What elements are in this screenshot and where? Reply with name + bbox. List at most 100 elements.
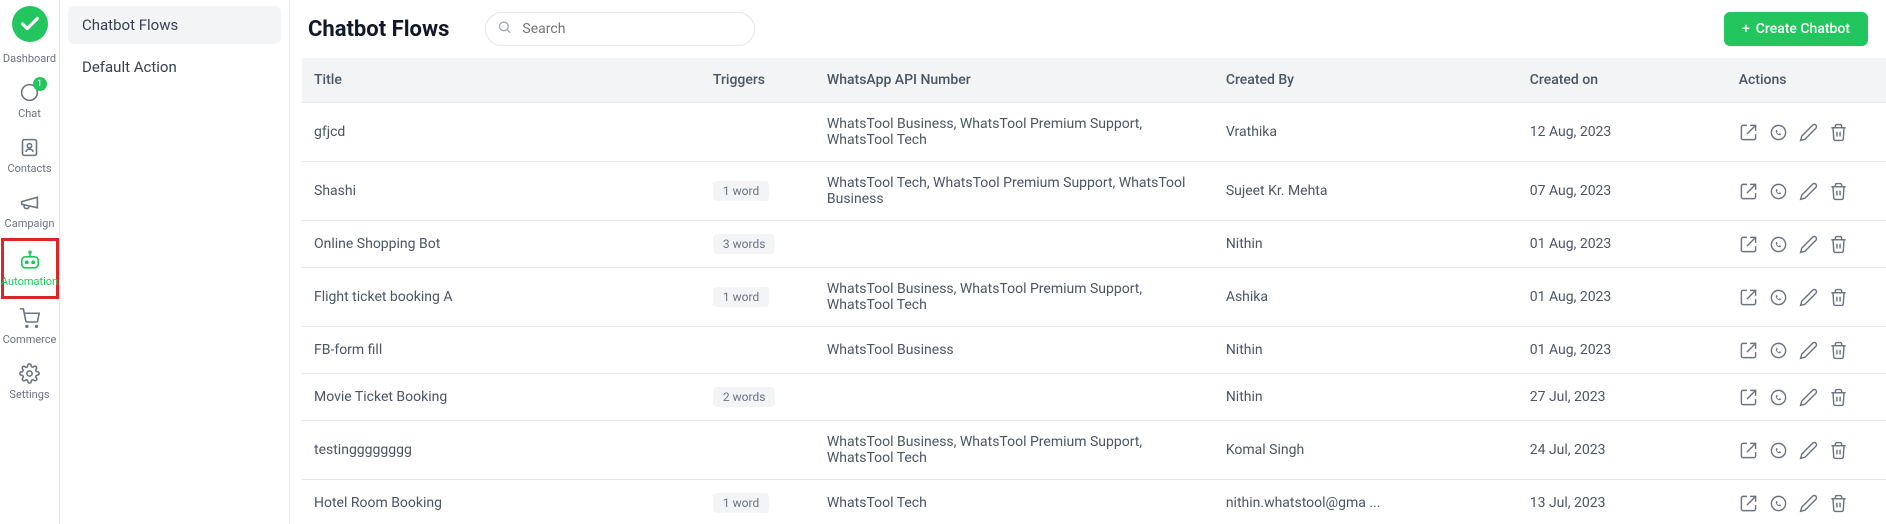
cell-api: WhatsTool Business, WhatsTool Premium Su… <box>815 268 1214 327</box>
cell-on: 27 Jul, 2023 <box>1518 374 1727 421</box>
edit-icon[interactable] <box>1799 493 1819 513</box>
nav-item-contacts[interactable]: Contacts <box>1 128 59 183</box>
create-chatbot-button[interactable]: + Create Chatbot <box>1724 12 1868 46</box>
edit-icon[interactable] <box>1799 387 1819 407</box>
whatsapp-icon[interactable] <box>1769 440 1789 460</box>
table-row: FB-form fill WhatsTool Business Nithin 0… <box>302 327 1886 374</box>
cell-on: 24 Jul, 2023 <box>1518 421 1727 480</box>
open-icon[interactable] <box>1739 234 1759 254</box>
nav-label: Commerce <box>3 333 57 346</box>
nav-item-automation[interactable]: Automation <box>1 238 59 299</box>
page-header: Chatbot Flows + Create Chatbot <box>290 0 1886 58</box>
open-icon[interactable] <box>1739 287 1759 307</box>
search-wrap <box>485 12 755 46</box>
open-icon[interactable] <box>1739 387 1759 407</box>
cell-triggers: 1 word <box>701 162 815 221</box>
edit-icon[interactable] <box>1799 440 1819 460</box>
automation-icon <box>19 249 41 271</box>
edit-icon[interactable] <box>1799 122 1819 142</box>
cell-actions <box>1727 374 1886 421</box>
cell-on: 13 Jul, 2023 <box>1518 480 1727 524</box>
cell-actions <box>1727 103 1886 162</box>
open-icon[interactable] <box>1739 122 1759 142</box>
whatsapp-icon[interactable] <box>1769 287 1789 307</box>
open-icon[interactable] <box>1739 340 1759 360</box>
create-chatbot-label: Create Chatbot <box>1756 21 1850 37</box>
search-icon <box>497 20 512 39</box>
table-wrap: Title Triggers WhatsApp API Number Creat… <box>290 58 1886 524</box>
cell-title: Hotel Room Booking <box>302 480 701 524</box>
cell-on: 01 Aug, 2023 <box>1518 268 1727 327</box>
campaign-icon <box>19 191 41 213</box>
table-row: gfjcd WhatsTool Business, WhatsTool Prem… <box>302 103 1886 162</box>
cell-on: 01 Aug, 2023 <box>1518 327 1727 374</box>
nav-item-dashboard[interactable]: Dashboard <box>1 44 59 73</box>
col-title: Title <box>302 58 701 103</box>
nav-label: Chat <box>18 107 41 120</box>
delete-icon[interactable] <box>1829 122 1849 142</box>
contacts-icon <box>19 136 41 158</box>
cell-by: Komal Singh <box>1214 421 1518 480</box>
plus-icon: + <box>1742 21 1750 37</box>
cell-by: Vrathika <box>1214 103 1518 162</box>
secondary-nav: Chatbot Flows Default Action <box>60 0 290 524</box>
col-on: Created on <box>1518 58 1727 103</box>
edit-icon[interactable] <box>1799 181 1819 201</box>
whatsapp-icon[interactable] <box>1769 122 1789 142</box>
cell-by: Sujeet Kr. Mehta <box>1214 162 1518 221</box>
delete-icon[interactable] <box>1829 493 1849 513</box>
row-actions <box>1739 234 1874 254</box>
delete-icon[interactable] <box>1829 181 1849 201</box>
trigger-chip: 3 words <box>713 234 776 254</box>
delete-icon[interactable] <box>1829 287 1849 307</box>
open-icon[interactable] <box>1739 181 1759 201</box>
row-actions <box>1739 387 1874 407</box>
whatsapp-icon[interactable] <box>1769 493 1789 513</box>
settings-icon <box>19 362 41 384</box>
nav-label: Settings <box>9 388 49 401</box>
delete-icon[interactable] <box>1829 234 1849 254</box>
cell-triggers: 1 word <box>701 480 815 524</box>
table-row: testingggggggg WhatsTool Business, Whats… <box>302 421 1886 480</box>
row-actions <box>1739 493 1874 513</box>
delete-icon[interactable] <box>1829 440 1849 460</box>
search-input[interactable] <box>485 12 755 46</box>
table-row: Hotel Room Booking 1 word WhatsTool Tech… <box>302 480 1886 524</box>
cell-triggers <box>701 103 815 162</box>
whatsapp-icon[interactable] <box>1769 340 1789 360</box>
table-row: Flight ticket booking A 1 word WhatsTool… <box>302 268 1886 327</box>
primary-nav: DashboardChat1ContactsCampaignAutomation… <box>0 0 60 524</box>
cell-actions <box>1727 268 1886 327</box>
row-actions <box>1739 122 1874 142</box>
cell-api: WhatsTool Tech <box>815 480 1214 524</box>
table-row: Shashi 1 word WhatsTool Tech, WhatsTool … <box>302 162 1886 221</box>
whatsapp-icon[interactable] <box>1769 181 1789 201</box>
cell-title: Movie Ticket Booking <box>302 374 701 421</box>
delete-icon[interactable] <box>1829 340 1849 360</box>
cell-by: nithin.whatstool@gma ... <box>1214 480 1518 524</box>
edit-icon[interactable] <box>1799 340 1819 360</box>
open-icon[interactable] <box>1739 493 1759 513</box>
subnav-item[interactable]: Chatbot Flows <box>68 6 281 44</box>
nav-item-campaign[interactable]: Campaign <box>1 183 59 238</box>
nav-item-chat[interactable]: Chat1 <box>1 73 59 128</box>
cell-api <box>815 221 1214 268</box>
trigger-chip: 1 word <box>713 493 769 513</box>
whatsapp-icon[interactable] <box>1769 387 1789 407</box>
subnav-item[interactable]: Default Action <box>68 48 281 86</box>
cell-api: WhatsTool Tech, WhatsTool Premium Suppor… <box>815 162 1214 221</box>
delete-icon[interactable] <box>1829 387 1849 407</box>
cell-title: Flight ticket booking A <box>302 268 701 327</box>
cell-api: WhatsTool Business, WhatsTool Premium Su… <box>815 421 1214 480</box>
edit-icon[interactable] <box>1799 234 1819 254</box>
cell-triggers: 3 words <box>701 221 815 268</box>
open-icon[interactable] <box>1739 440 1759 460</box>
cell-actions <box>1727 162 1886 221</box>
cell-api <box>815 374 1214 421</box>
col-triggers: Triggers <box>701 58 815 103</box>
nav-item-commerce[interactable]: Commerce <box>1 299 59 354</box>
cell-on: 12 Aug, 2023 <box>1518 103 1727 162</box>
whatsapp-icon[interactable] <box>1769 234 1789 254</box>
edit-icon[interactable] <box>1799 287 1819 307</box>
nav-item-settings[interactable]: Settings <box>1 354 59 409</box>
